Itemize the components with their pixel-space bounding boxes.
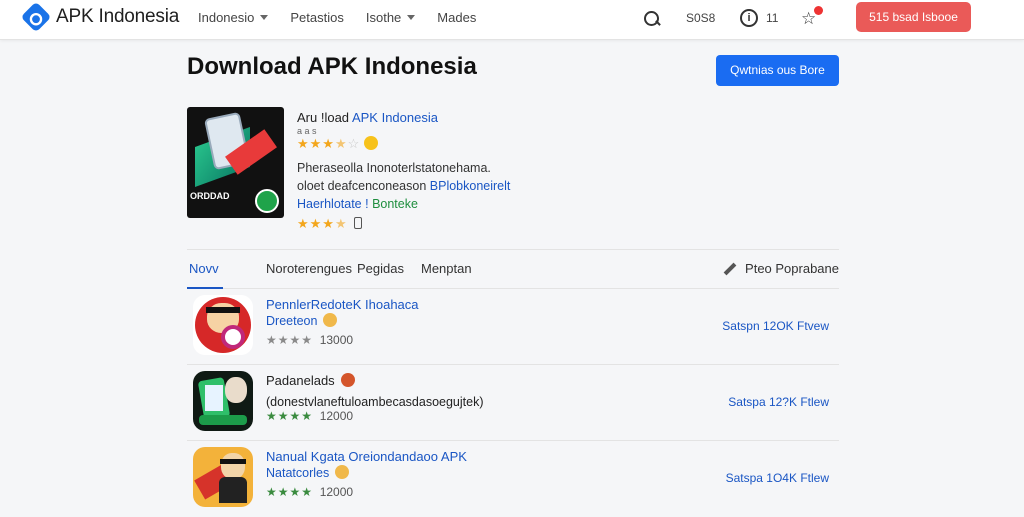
- app-subtitle: (donestvlaneftuloambecasdasoegujtek): [266, 395, 484, 409]
- pencil-icon: [723, 262, 737, 275]
- header-cta-button[interactable]: 515 bsad Isbooe: [856, 2, 971, 32]
- nav-label: Petastios: [290, 10, 344, 25]
- info-icon[interactable]: i: [740, 9, 760, 29]
- rating-stars: ★★★★: [266, 409, 314, 423]
- main-nav: Indonesio Petastios Isothe Mades: [198, 10, 498, 25]
- featured-app-icon[interactable]: ORDDAD: [187, 107, 284, 218]
- app-rating: ★★★★ 13000: [266, 333, 353, 347]
- app-icon: [193, 447, 253, 507]
- tag-green[interactable]: Bonteke: [372, 197, 418, 211]
- app-list-item[interactable]: Padanelads (donestvlaneftuloambecasdasoe…: [187, 365, 839, 441]
- logo-icon: [20, 1, 52, 33]
- tab-noroterengues[interactable]: Noroterengues: [266, 261, 352, 276]
- notification-icon[interactable]: ☆: [801, 6, 823, 29]
- nav-item-petastios[interactable]: Petastios: [290, 10, 343, 25]
- featured-secondary-rating: ★★★★: [297, 215, 597, 233]
- clipboard-icon[interactable]: [353, 217, 362, 229]
- tab-bar: Novv Noroterengues Pegidas Menptan Pteo …: [187, 249, 839, 289]
- rating-stars: ★★★★☆: [297, 136, 361, 151]
- featured-app-info: Aru !load APK Indonesia a a s ★★★★☆ Pher…: [297, 109, 597, 233]
- tab-new[interactable]: Novv: [189, 261, 219, 276]
- rating-count: 12000: [319, 485, 354, 499]
- tab-action-label: Pteo Poprabane: [745, 261, 839, 276]
- search-icon[interactable]: [642, 9, 662, 29]
- badge-icon: [255, 189, 279, 213]
- icon-caption: ORDDAD: [190, 191, 230, 201]
- app-rating: ★★★★ 12000: [266, 485, 353, 499]
- app-icon: [193, 371, 253, 431]
- site-logo[interactable]: APK Indonesia: [20, 1, 180, 33]
- desc-text: oloet deafcenconeason: [297, 179, 427, 193]
- app-size-link[interactable]: Satspn 12OK Ftvew: [722, 319, 829, 333]
- coin-icon: [335, 465, 350, 479]
- app-list-item[interactable]: PennlerRedoteK Ihoahaca Dreeteon ★★★★ 13…: [187, 289, 839, 365]
- app-name[interactable]: Padanelads: [266, 373, 355, 388]
- tab-menptan[interactable]: Menptan: [421, 261, 472, 276]
- title-prefix: Aru !load: [297, 110, 350, 125]
- notification-badge: [814, 6, 823, 15]
- tag-link[interactable]: Haerhlotate !: [297, 197, 369, 211]
- tab-pegidas[interactable]: Pegidas: [357, 261, 404, 276]
- featured-description: Pheraseolla Inonoterlstatonehama. oloet …: [297, 159, 597, 195]
- nav-label: Indonesio: [198, 10, 255, 25]
- rating-stars: ★★★★: [297, 216, 348, 231]
- chevron-down-icon: [260, 15, 269, 20]
- rating-count: 13000: [319, 333, 354, 347]
- app-subtitle-text: Dreeteon: [266, 314, 318, 328]
- app-size-link[interactable]: Satspa 1O4K Ftlew: [726, 471, 829, 485]
- app-name[interactable]: Nanual Kgata Oreiondandaoo APK: [266, 449, 467, 464]
- primary-action-button[interactable]: Qwtnias ous Bore: [716, 55, 839, 86]
- app-icon: [193, 295, 253, 355]
- nav-label: Mades: [437, 10, 477, 25]
- stat-text: S0S8: [686, 11, 716, 25]
- rating-stars: ★★★★: [266, 485, 314, 499]
- app-name[interactable]: PennlerRedoteK Ihoahaca: [266, 297, 419, 312]
- emoji-icon: [364, 136, 379, 150]
- app-subtitle: Natatcorles: [266, 465, 350, 480]
- app-rating: ★★★★ 12000: [266, 409, 353, 423]
- tab-action-button[interactable]: Pteo Poprabane: [723, 261, 839, 276]
- app-size-link[interactable]: Satspa 12?K Ftlew: [728, 395, 829, 409]
- app-subtitle-text: Natatcorles: [266, 466, 330, 480]
- title-link[interactable]: APK Indonesia: [352, 110, 438, 125]
- app-name-text: Padanelads: [266, 373, 335, 388]
- nav-item-indonesio[interactable]: Indonesio: [198, 10, 269, 25]
- featured-tags: Haerhlotate ! Bonteke: [297, 195, 597, 213]
- coin-icon: [340, 373, 355, 387]
- rating-count: 12000: [319, 409, 354, 423]
- desc-line: Pheraseolla Inonoterlstatonehama.: [297, 161, 491, 175]
- logo-text: APK Indonesia: [56, 6, 180, 27]
- desc-line: oloet deafcenconeason BPlobkoneirelt: [297, 177, 597, 195]
- app-subtitle: Dreeteon: [266, 313, 338, 328]
- coin-icon: [323, 313, 338, 327]
- featured-rating: ★★★★☆: [297, 135, 597, 153]
- nav-label: Isothe: [365, 10, 402, 25]
- chevron-down-icon: [407, 15, 416, 20]
- nav-item-mades[interactable]: Mades: [437, 10, 476, 25]
- featured-app-title: Aru !load APK Indonesia: [297, 109, 597, 127]
- small-label: a a s: [297, 126, 317, 136]
- nav-item-isothe[interactable]: Isothe: [365, 10, 416, 25]
- top-bar: APK Indonesia Indonesio Petastios Isothe…: [0, 0, 1024, 40]
- rating-stars: ★★★★: [266, 333, 314, 347]
- info-count: 11: [766, 11, 779, 25]
- page-title: Download APK Indonesia: [187, 53, 477, 80]
- desc-link[interactable]: BPlobkoneirelt: [430, 179, 511, 193]
- app-list-item[interactable]: Nanual Kgata Oreiondandaoo APK Natatcorl…: [187, 441, 839, 517]
